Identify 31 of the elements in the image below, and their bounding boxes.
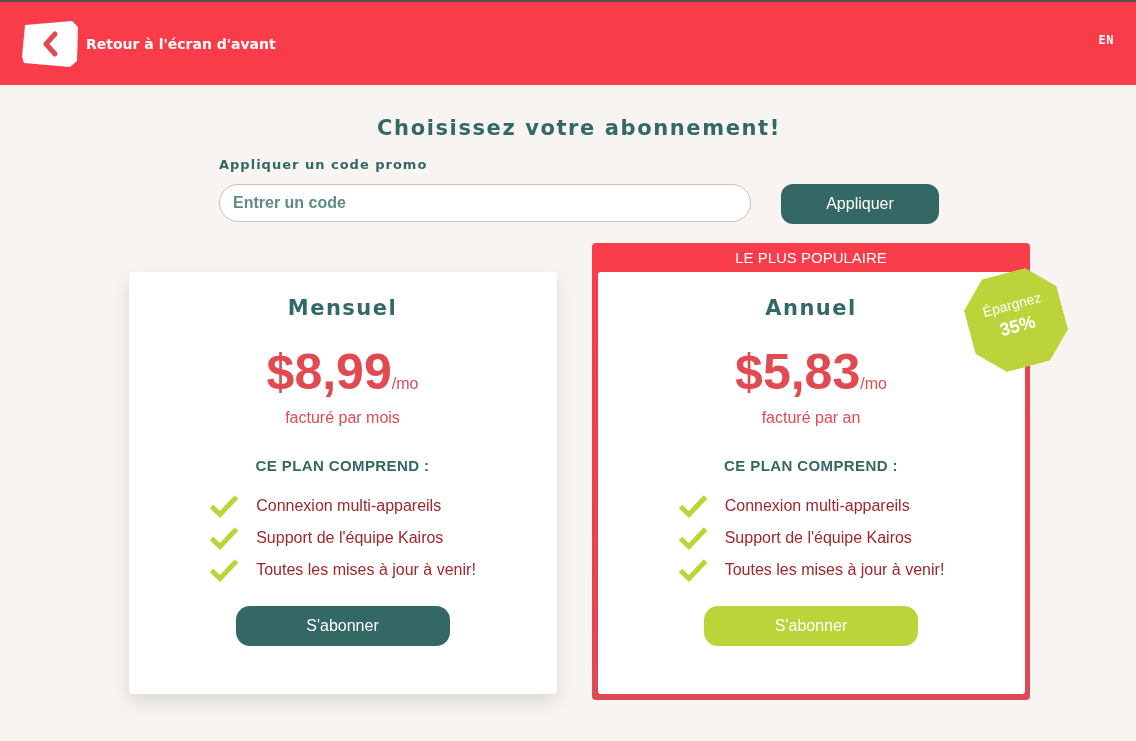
price-unit: /mo [860, 375, 887, 392]
subscribe-button[interactable]: S'abonner [235, 606, 450, 646]
check-icon [677, 558, 708, 582]
includes-heading: CE PLAN COMPREND : [724, 456, 898, 476]
back-button[interactable]: Retour à l'écran d'avant [22, 20, 276, 67]
feature-text: Connexion multi-appareils [256, 497, 442, 515]
check-icon [209, 494, 240, 518]
feature-text: Toutes les mises à jour à venir! [724, 561, 945, 579]
check-icon [209, 526, 240, 550]
plan-name: Annuel [765, 295, 857, 322]
feature-text: Support de l'équipe Kairos [256, 529, 444, 547]
check-icon [677, 526, 708, 550]
billing-period: facturé par an [761, 408, 861, 428]
check-icon [209, 558, 240, 582]
promo-code-input[interactable]: Entrer un code [219, 184, 751, 222]
feature-text: Connexion multi-appareils [724, 497, 910, 515]
plan-price: $5,83 [735, 344, 861, 400]
page-title: Choisissez votre abonnement! [377, 115, 781, 142]
promo-label: Appliquer un code promo [219, 156, 428, 174]
price-unit: /mo [391, 375, 419, 392]
check-icon [677, 494, 708, 518]
billing-period: facturé par mois [285, 408, 400, 428]
feature-text: Support de l'équipe Kairos [724, 529, 912, 547]
popular-label: LE PLUS POPULAIRE [735, 249, 887, 266]
chevron-left-icon [22, 20, 78, 67]
includes-heading: CE PLAN COMPREND : [255, 456, 430, 476]
feature-text: Toutes les mises à jour à venir! [256, 561, 476, 579]
apply-button[interactable]: Appliquer [781, 184, 939, 224]
plan-name: Mensuel [287, 295, 398, 322]
language-toggle[interactable]: EN [1098, 33, 1114, 47]
plan-price: $8,99 [266, 344, 392, 400]
